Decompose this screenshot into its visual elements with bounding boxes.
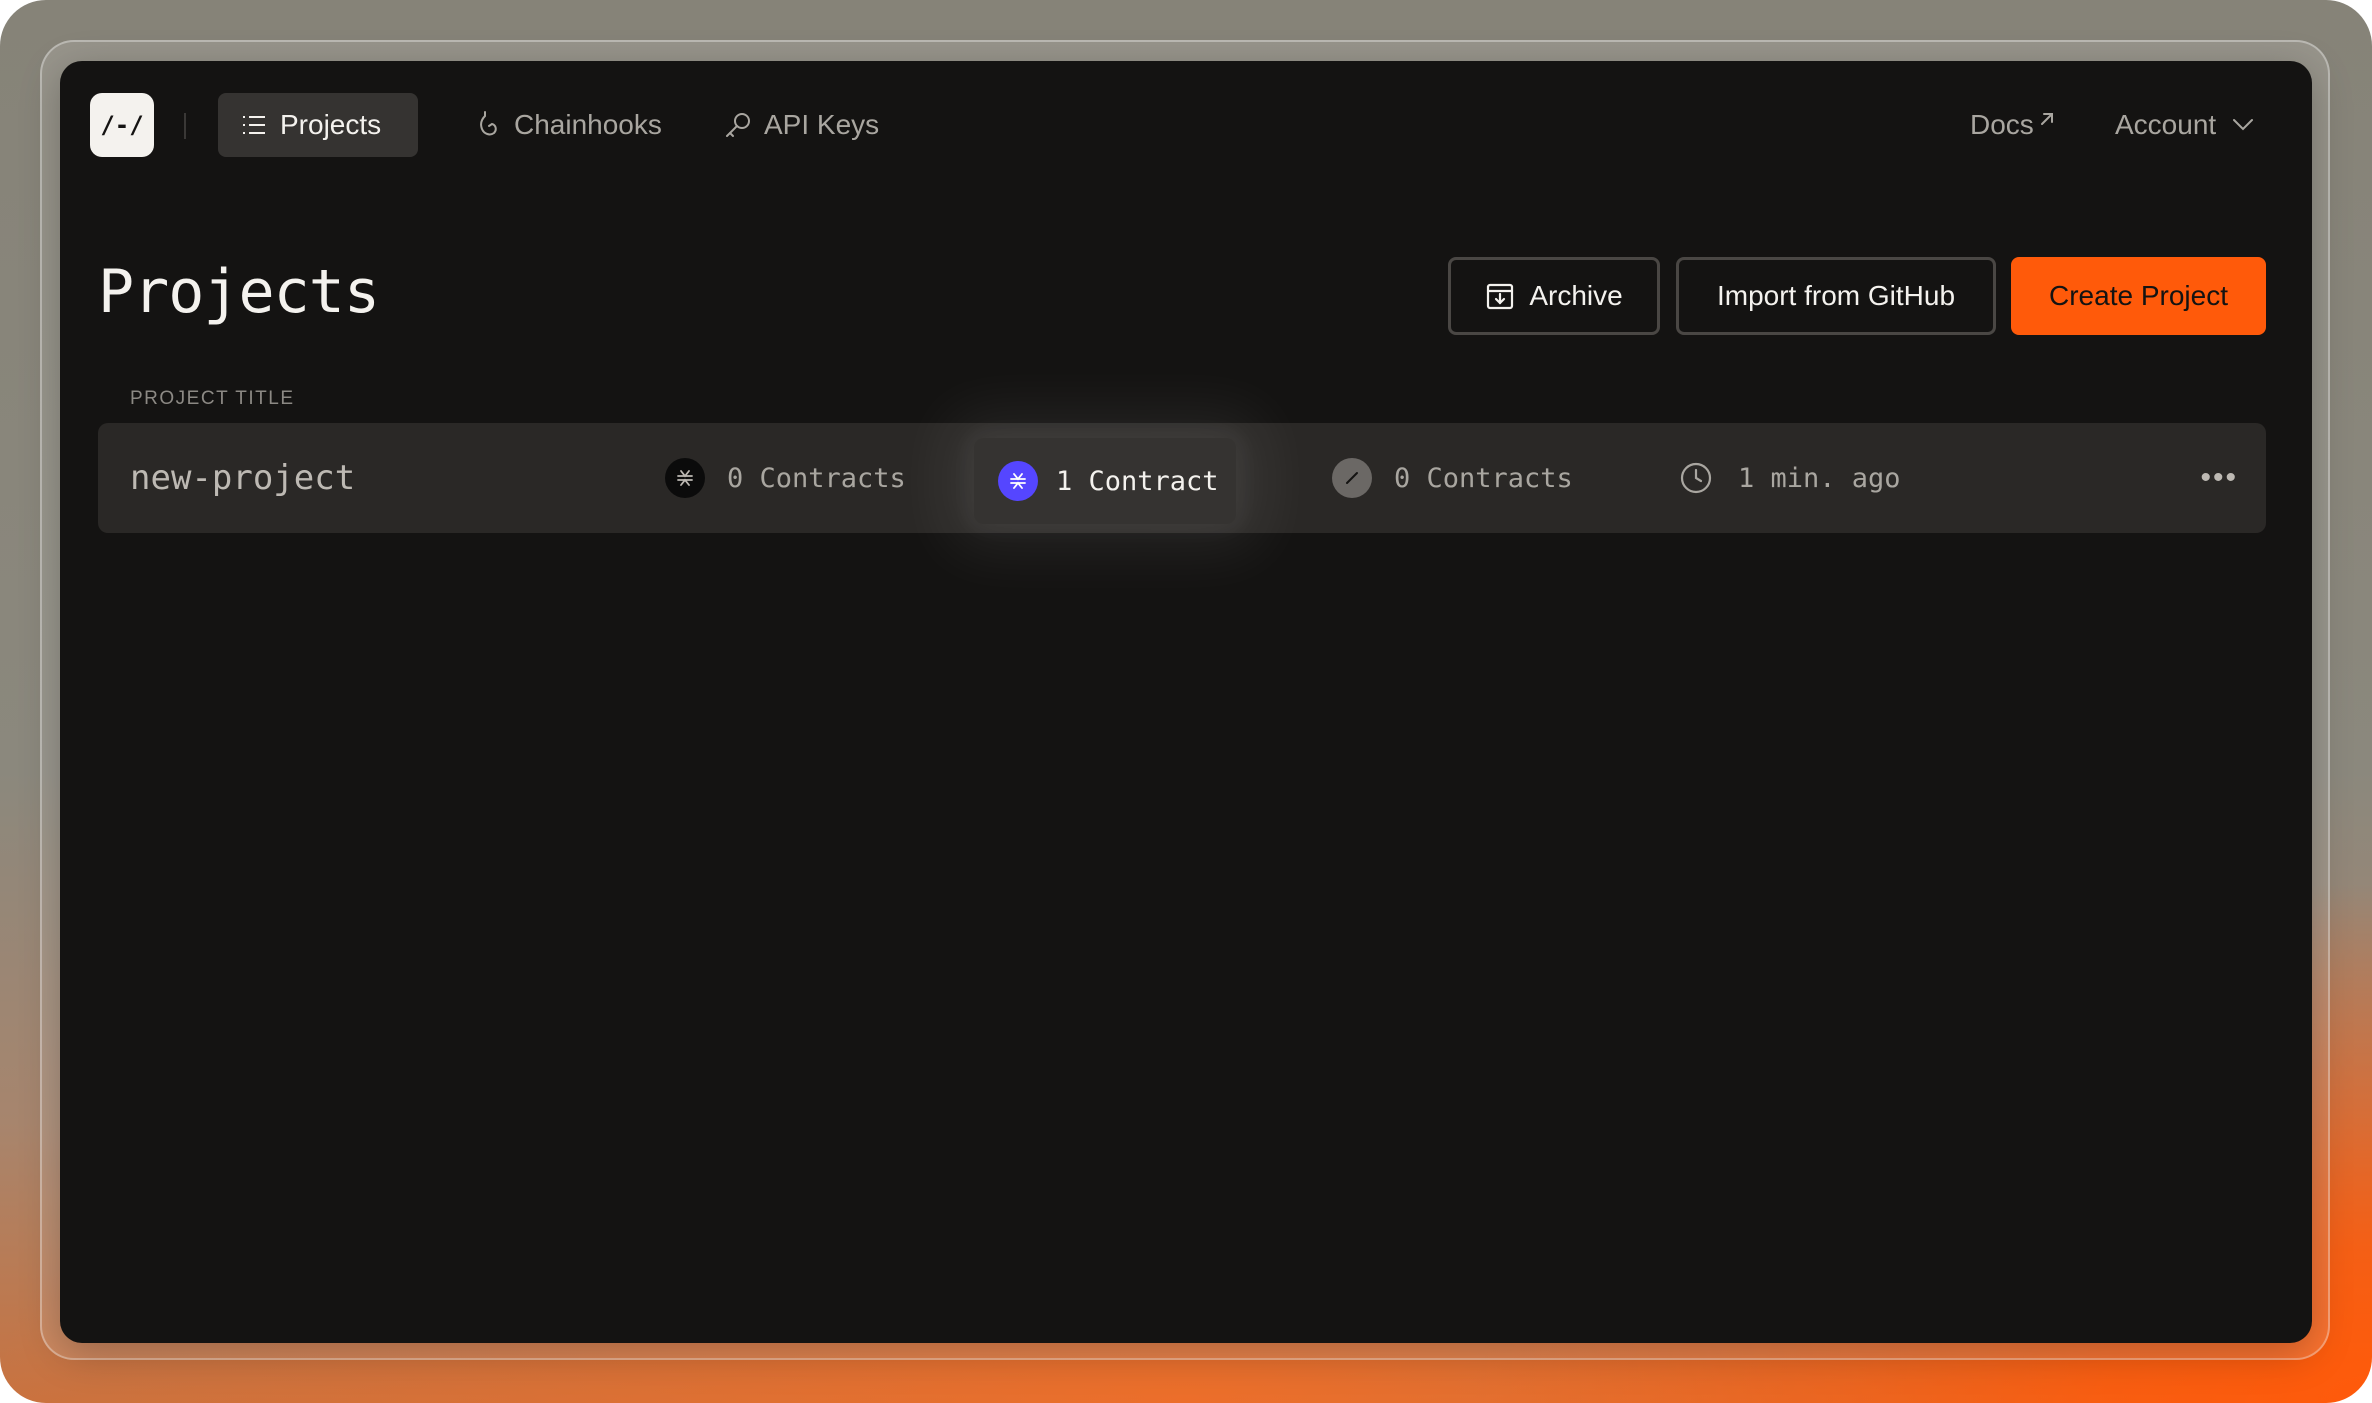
nav-item-projects[interactable]: Projects: [218, 93, 418, 157]
stacks-icon: [998, 461, 1038, 501]
nav-item-label: Projects: [280, 109, 382, 140]
docs-label: Docs: [1970, 109, 2034, 140]
nav-item-label: API Keys: [764, 109, 880, 140]
create-label: Create Project: [2049, 280, 2228, 311]
nav-item-chainhooks[interactable]: Chainhooks: [452, 93, 684, 157]
stat-label: 0 Contracts: [727, 462, 906, 494]
create-project-button[interactable]: Create Project: [2011, 257, 2266, 335]
chevron-down-icon: [2232, 118, 2254, 132]
nav-item-label: Chainhooks: [514, 109, 662, 140]
slash-icon: [1332, 458, 1372, 498]
archive-button[interactable]: Archive: [1448, 257, 1660, 335]
stat-contracts-highlighted[interactable]: 1 Contract: [974, 438, 1236, 524]
stat-label: 1 min. ago: [1738, 462, 1901, 494]
clock-icon: [1676, 458, 1716, 498]
page-title: Projects: [98, 257, 380, 327]
account-menu[interactable]: Account: [2115, 93, 2254, 157]
stat-label: 0 Contracts: [1394, 462, 1573, 494]
list-icon: [240, 111, 268, 139]
key-icon: [724, 111, 752, 139]
stat-contracts-a: 0 Contracts: [665, 423, 906, 533]
nav-divider: [184, 113, 186, 139]
more-options-button[interactable]: •••: [2200, 423, 2238, 533]
stat-label: 1 Contract: [1056, 465, 1219, 497]
hook-icon: [474, 111, 502, 139]
stacks-icon: [665, 458, 705, 498]
docs-link[interactable]: Docs: [1970, 93, 2056, 157]
app-window: /-/ Projects Chainhooks API Keys Docs Ac…: [60, 61, 2312, 1343]
column-header-project-title: PROJECT TITLE: [130, 388, 295, 409]
logo[interactable]: /-/: [90, 93, 154, 157]
archive-icon: [1485, 281, 1515, 311]
external-link-icon: [2038, 103, 2056, 135]
project-title[interactable]: new-project: [130, 423, 355, 533]
account-label: Account: [2115, 109, 2217, 140]
stat-contracts-c: 0 Contracts: [1332, 423, 1573, 533]
archive-label: Archive: [1529, 280, 1623, 311]
nav-item-api-keys[interactable]: API Keys: [702, 93, 901, 157]
stat-updated-time: 1 min. ago: [1676, 423, 1901, 533]
import-label: Import from GitHub: [1716, 280, 1956, 311]
import-github-button[interactable]: Import from GitHub: [1676, 257, 1996, 335]
